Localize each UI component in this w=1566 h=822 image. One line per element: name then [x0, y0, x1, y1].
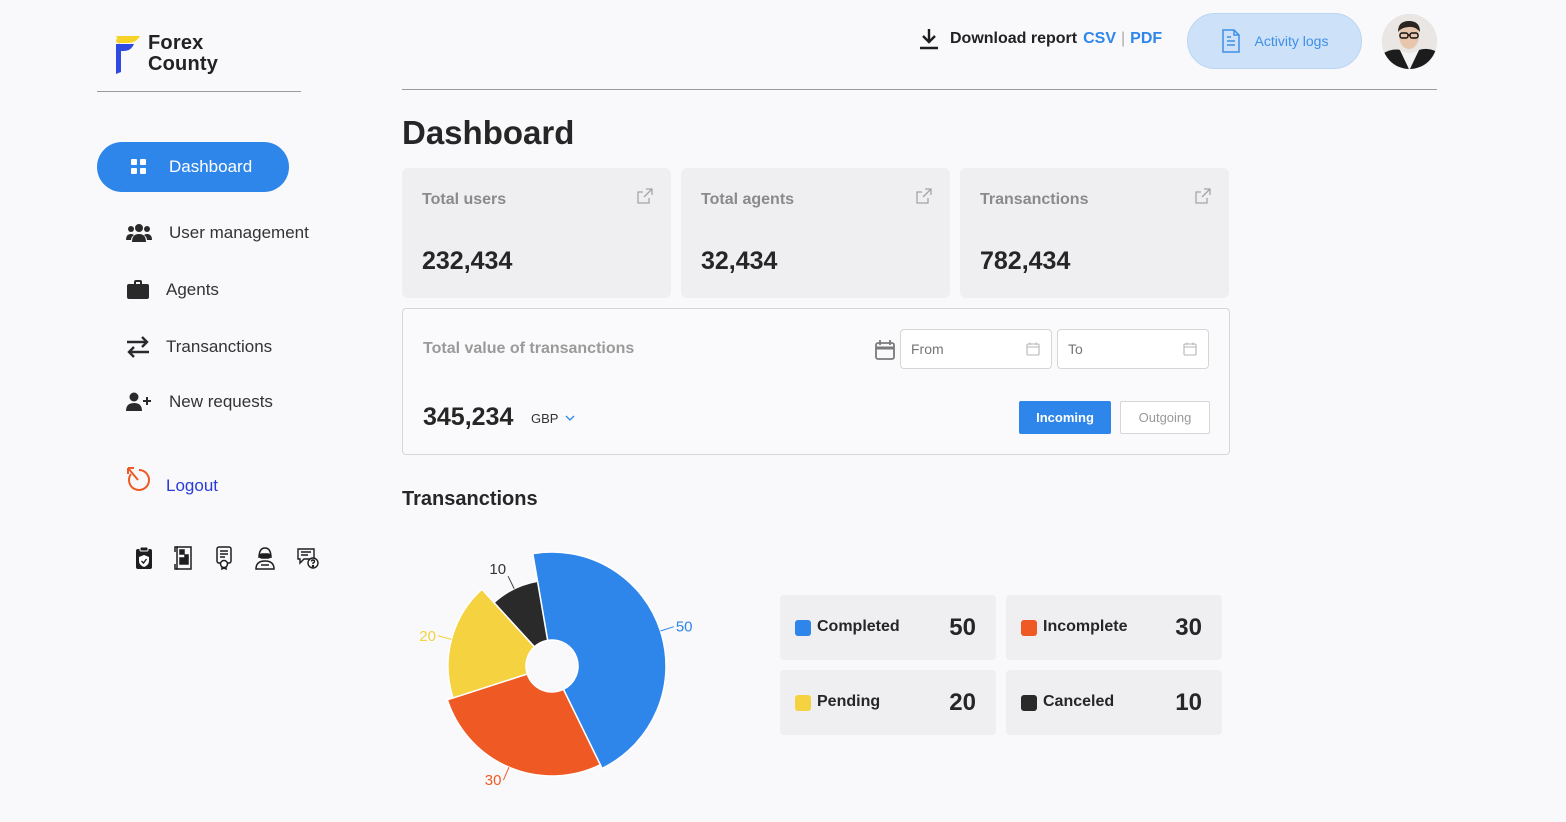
incoming-toggle[interactable]: Incoming — [1019, 401, 1111, 434]
legend-label: Pending — [817, 693, 881, 710]
forex-county-logo-mark — [116, 36, 140, 74]
sidebar-item-new-requests[interactable]: New requests — [126, 392, 273, 412]
pie-value-label: 10 — [489, 561, 506, 578]
legend-value: 10 — [1175, 689, 1202, 716]
stat-card-total-users: Total users 232,434 — [402, 168, 671, 298]
pie-leader-line — [660, 626, 674, 632]
legend-card-pending: Pending 20 — [780, 670, 996, 735]
pie-leader-line — [437, 635, 452, 640]
currency-value: GBP — [531, 411, 559, 426]
pie-leader-line — [503, 767, 510, 781]
activity-logs-label: Activity logs — [1254, 33, 1329, 49]
legend-label: Completed — [817, 618, 900, 635]
qr-document-icon[interactable] — [174, 546, 194, 570]
document-icon — [1221, 29, 1241, 53]
chevron-down-icon — [565, 415, 575, 422]
outgoing-toggle[interactable]: Outgoing — [1120, 401, 1210, 434]
sidebar-tool-icons — [134, 546, 320, 570]
stat-label: Transanctions — [980, 191, 1089, 208]
total-value-panel: Total value of transanctions 345,234 GBP… — [402, 308, 1230, 455]
briefcase-icon — [125, 280, 151, 300]
legend-swatch — [1021, 620, 1037, 636]
sidebar-item-label: Transanctions — [166, 337, 273, 356]
legend-label: Canceled — [1043, 693, 1115, 710]
pie-value-label: 50 — [676, 619, 693, 636]
legend-card-incomplete: Incomplete 30 — [1006, 595, 1222, 660]
pie-value-label: 20 — [419, 628, 436, 645]
download-pdf-link[interactable]: PDF — [1130, 30, 1162, 48]
calendar-icon[interactable] — [874, 339, 896, 361]
download-report: Download report CSV | PDF — [918, 28, 1162, 50]
sidebar-divider — [97, 91, 301, 92]
legend-value: 30 — [1175, 614, 1202, 641]
legend-swatch — [795, 695, 811, 711]
grid-icon — [131, 159, 147, 175]
sidebar-item-label: Agents — [166, 280, 219, 299]
arrows-exchange-icon — [125, 336, 151, 358]
download-csv-link[interactable]: CSV — [1083, 30, 1116, 48]
legend-value: 20 — [949, 689, 976, 716]
sidebar-item-user-management[interactable]: User management — [126, 223, 309, 243]
transactions-section-title: Transanctions — [402, 488, 538, 510]
page-title: Dashboard — [402, 114, 575, 151]
legend-swatch — [795, 620, 811, 636]
download-separator: | — [1121, 30, 1126, 47]
sidebar-item-agents[interactable]: Agents — [125, 280, 219, 300]
stat-value: 32,434 — [701, 247, 778, 275]
user-plus-icon — [126, 392, 152, 412]
legend-card-canceled: Canceled 10 — [1006, 670, 1222, 735]
activity-logs-button[interactable]: Activity logs — [1187, 13, 1362, 69]
external-link-icon[interactable] — [1195, 188, 1211, 204]
clipboard-shield-icon[interactable] — [134, 546, 154, 570]
logout-icon — [125, 466, 153, 494]
logout-label: Logout — [166, 476, 218, 495]
avatar[interactable] — [1382, 14, 1437, 69]
date-from-input[interactable] — [900, 329, 1052, 369]
stat-card-transactions: Transanctions 782,434 — [960, 168, 1229, 298]
logo-text-line1: Forex — [148, 32, 204, 54]
external-link-icon[interactable] — [916, 188, 932, 204]
date-to-input[interactable] — [1057, 329, 1209, 369]
legend-swatch — [1021, 695, 1037, 711]
legend-value: 50 — [949, 614, 976, 641]
app-logo[interactable]: Forex County — [112, 33, 218, 75]
logo-text-line2: County — [148, 53, 219, 75]
header-divider — [402, 89, 1437, 90]
stat-value: 782,434 — [980, 247, 1071, 275]
legend-label: Incomplete — [1043, 618, 1128, 635]
chat-question-icon[interactable] — [296, 546, 320, 570]
sidebar-item-transactions[interactable]: Transanctions — [125, 336, 272, 358]
stat-label: Total agents — [701, 191, 795, 208]
stat-value: 232,434 — [422, 247, 513, 275]
sidebar-item-dashboard[interactable]: Dashboard — [97, 142, 289, 192]
transactions-pie-chart: 50 30 20 10 — [419, 551, 693, 789]
sidebar-item-label: New requests — [169, 392, 273, 411]
total-value-amount: 345,234 — [423, 403, 514, 431]
users-icon — [126, 223, 152, 243]
sidebar-item-label: User management — [169, 223, 309, 242]
download-report-label: Download report — [950, 30, 1078, 47]
stat-label: Total users — [422, 191, 507, 208]
external-link-icon[interactable] — [637, 188, 653, 204]
stat-card-total-agents: Total agents 32,434 — [681, 168, 950, 298]
pie-value-label: 30 — [485, 772, 502, 789]
pie-leader-line — [507, 575, 515, 589]
logout-button[interactable]: Logout — [125, 464, 218, 496]
sidebar-item-label: Dashboard — [169, 157, 253, 176]
total-value-label: Total value of transanctions — [423, 340, 635, 357]
hacker-icon[interactable] — [254, 546, 276, 570]
currency-select[interactable]: GBP — [531, 411, 575, 426]
download-icon[interactable] — [918, 28, 940, 50]
certificate-icon[interactable] — [214, 546, 234, 570]
legend-card-completed: Completed 50 — [780, 595, 996, 660]
